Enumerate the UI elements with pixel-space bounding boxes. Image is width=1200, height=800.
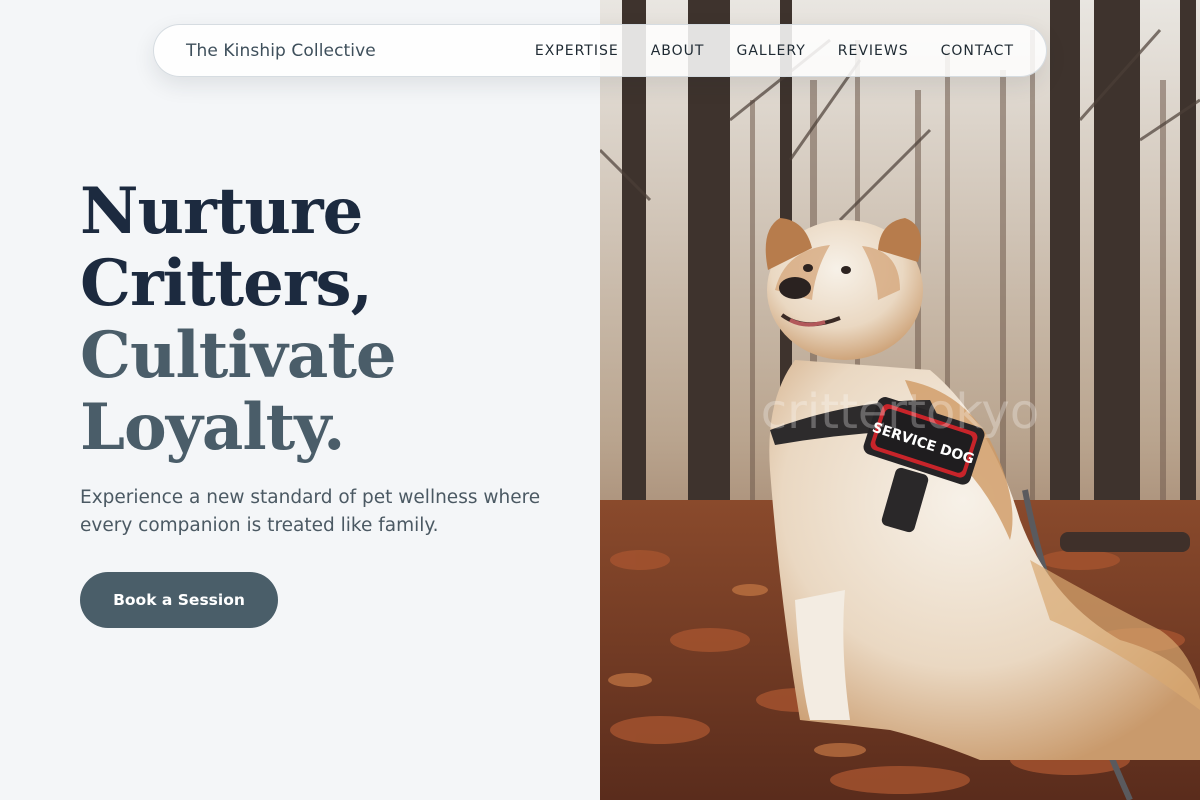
nav-link-contact[interactable]: CONTACT (941, 43, 1014, 59)
hero-headline: Nurture Critters, Cultivate Loyalty. (80, 174, 397, 465)
headline-line-2: Critters, (80, 246, 373, 321)
book-session-button[interactable]: Book a Session (80, 572, 278, 628)
hero-content: Nurture Critters, Cultivate Loyalty. Exp… (0, 0, 600, 800)
nav-link-reviews[interactable]: REVIEWS (838, 43, 909, 59)
nav-links: EXPERTISE ABOUT GALLERY REVIEWS CONTACT (535, 43, 1014, 59)
nav-link-about[interactable]: ABOUT (651, 43, 705, 59)
nav-link-gallery[interactable]: GALLERY (736, 43, 805, 59)
nav-link-expertise[interactable]: EXPERTISE (535, 43, 619, 59)
headline-line-3: Cultivate (80, 318, 397, 393)
headline-line-1: Nurture (80, 174, 363, 249)
hero-subtitle: Experience a new standard of pet wellnes… (80, 487, 541, 536)
headline-line-4: Loyalty. (80, 390, 345, 465)
brand-logo-text[interactable]: The Kinship Collective (186, 41, 376, 61)
hero-photo: SERVICE DOG crittertokyo (600, 0, 1200, 800)
top-navigation: The Kinship Collective EXPERTISE ABOUT G… (153, 24, 1047, 77)
service-dog-forest-image: SERVICE DOG crittertokyo (600, 0, 1200, 800)
watermark-text: crittertokyo (761, 384, 1039, 440)
